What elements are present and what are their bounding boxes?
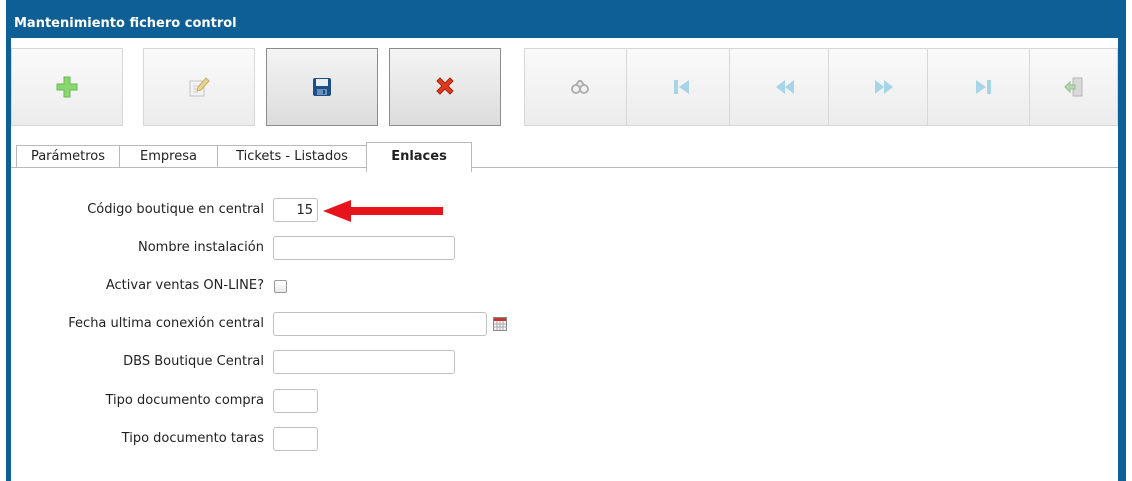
exit-icon	[1063, 77, 1082, 97]
last-record-button[interactable]	[927, 48, 1039, 126]
tipo-doc-compra-input[interactable]	[273, 389, 318, 413]
delete-button[interactable]	[389, 48, 501, 126]
codigo-boutique-input[interactable]	[273, 198, 318, 222]
tab-parametros[interactable]: Parámetros	[16, 145, 120, 168]
tab-empresa[interactable]: Empresa	[119, 145, 218, 168]
tab-bar: Parámetros Empresa Tickets - Listados En…	[11, 142, 1118, 172]
dbs-boutique-input[interactable]	[273, 350, 455, 374]
tab-enlaces[interactable]: Enlaces	[366, 142, 472, 172]
tipo-doc-taras-input[interactable]	[273, 427, 318, 451]
edit-icon	[189, 77, 210, 97]
edit-button[interactable]	[143, 48, 255, 126]
dbs-boutique-label: DBS Boutique Central	[123, 354, 264, 369]
search-button[interactable]	[524, 48, 636, 126]
next-record-button[interactable]	[828, 48, 940, 126]
next-record-icon	[875, 80, 893, 94]
last-record-icon	[976, 80, 991, 94]
fecha-conexion-input[interactable]	[273, 312, 487, 336]
window-body: Parámetros Empresa Tickets - Listados En…	[11, 38, 1118, 481]
activar-ventas-checkbox[interactable]	[274, 280, 287, 293]
red-arrow-annotation	[323, 200, 443, 222]
window-title: Mantenimiento fichero control	[14, 16, 237, 31]
binoculars-icon	[571, 80, 589, 94]
tipo-doc-compra-label: Tipo documento compra	[105, 393, 265, 408]
activar-ventas-label: Activar ventas ON-LINE?	[105, 278, 264, 293]
new-button[interactable]	[11, 48, 123, 126]
form-panel: Código boutique en central Nombre instal…	[11, 168, 1118, 481]
tab-tickets-listados[interactable]: Tickets - Listados	[217, 145, 367, 168]
previous-record-icon	[776, 80, 794, 94]
save-button[interactable]	[266, 48, 378, 126]
previous-record-button[interactable]	[729, 48, 841, 126]
plus-icon	[56, 76, 78, 98]
first-record-button[interactable]	[626, 48, 738, 126]
nombre-instalacion-input[interactable]	[273, 236, 455, 260]
toolbar	[11, 38, 1118, 136]
codigo-boutique-label: Código boutique en central	[87, 202, 264, 217]
save-icon	[313, 78, 331, 96]
delete-icon	[436, 77, 454, 95]
tipo-doc-taras-label: Tipo documento taras	[121, 431, 264, 446]
calendar-icon[interactable]	[493, 317, 507, 331]
nombre-instalacion-label: Nombre instalación	[137, 240, 264, 255]
first-record-icon	[674, 80, 689, 94]
exit-button[interactable]	[1029, 48, 1118, 126]
fecha-conexion-label: Fecha ultima conexión central	[68, 316, 264, 331]
